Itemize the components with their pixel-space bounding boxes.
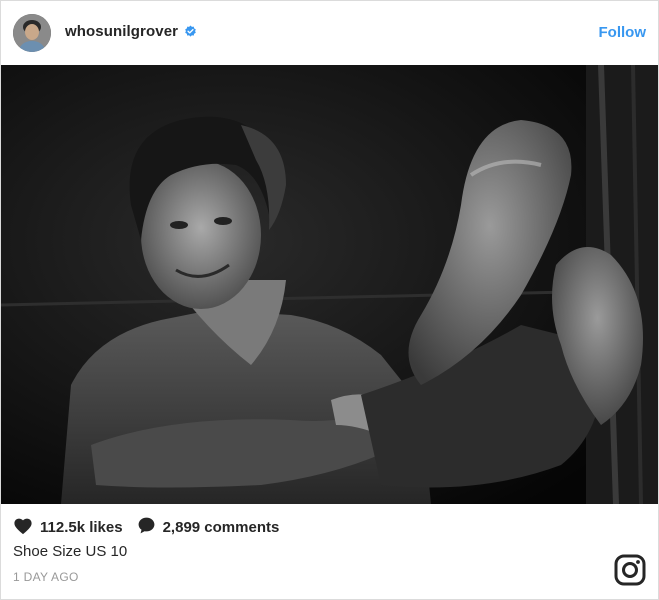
post-caption: Shoe Size US 10 xyxy=(13,543,128,560)
post-header: whosunilgrover Follow xyxy=(1,1,658,65)
comments-count: 2,899 comments xyxy=(162,519,280,536)
avatar[interactable] xyxy=(13,14,51,52)
verified-badge-icon xyxy=(184,25,197,38)
post-photo[interactable] xyxy=(1,65,658,504)
heart-icon xyxy=(13,517,33,539)
instagram-embed-card: whosunilgrover Follow 112.5k likes 2,899… xyxy=(0,0,659,600)
post-timestamp[interactable]: 1 DAY AGO xyxy=(13,570,79,584)
follow-button[interactable]: Follow xyxy=(599,24,647,41)
comments-stat[interactable]: 2,899 comments xyxy=(137,516,280,539)
username-link[interactable]: whosunilgrover xyxy=(65,23,178,40)
likes-stat[interactable]: 112.5k likes xyxy=(13,517,123,539)
photo-image xyxy=(1,65,658,504)
instagram-logo-icon[interactable] xyxy=(614,554,646,586)
comment-bubble-icon xyxy=(137,516,156,539)
likes-count: 112.5k likes xyxy=(40,519,123,536)
username-group: whosunilgrover xyxy=(65,23,197,40)
post-stats: 112.5k likes 2,899 comments xyxy=(13,516,293,539)
